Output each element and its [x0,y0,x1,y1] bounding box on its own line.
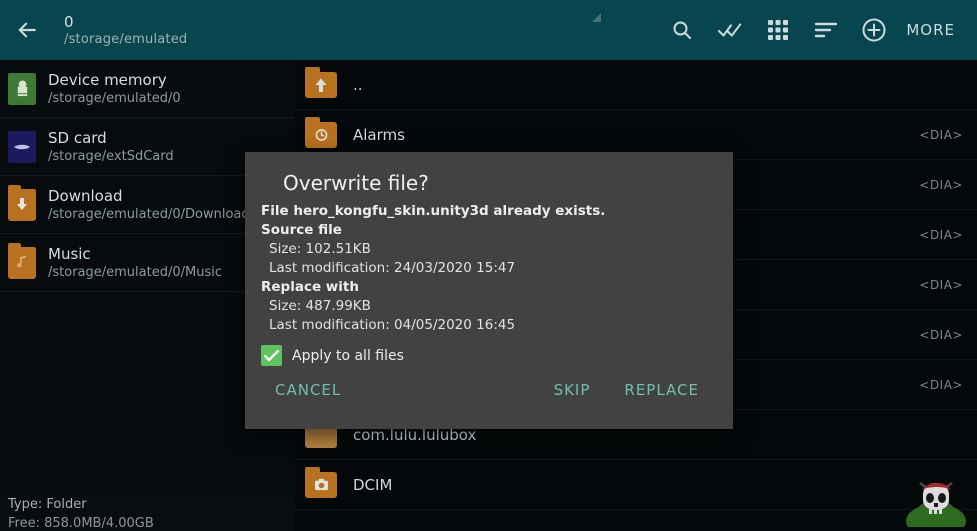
cancel-button[interactable]: CANCEL [263,373,353,407]
apply-to-all-checkbox-row[interactable]: Apply to all files [261,345,717,366]
dialog-actions: CANCEL SKIP REPLACE [261,373,717,429]
replace-file-size: Size: 487.99KB [269,298,371,314]
source-file-size: Size: 102.51KB [269,241,371,257]
source-file-modified: Last modification: 24/03/2020 15:47 [269,260,516,276]
apply-to-all-checkbox[interactable] [261,345,282,366]
overwrite-file-dialog: Overwrite file? File hero_kongfu_skin.un… [245,152,733,429]
replace-button[interactable]: REPLACE [612,373,711,407]
apply-to-all-label: Apply to all files [292,347,404,364]
file-manager-app: 0 /storage/emulated MORE Device memory /… [0,0,977,531]
replace-with-header: Replace with [261,279,359,295]
check-icon [264,349,279,361]
dialog-message: File hero_kongfu_skin.unity3d already ex… [261,203,606,219]
replace-file-modified: Last modification: 04/05/2020 16:45 [269,317,516,333]
dialog-title: Overwrite file? [283,171,429,195]
source-file-header: Source file [261,222,342,238]
skip-button[interactable]: SKIP [542,373,603,407]
